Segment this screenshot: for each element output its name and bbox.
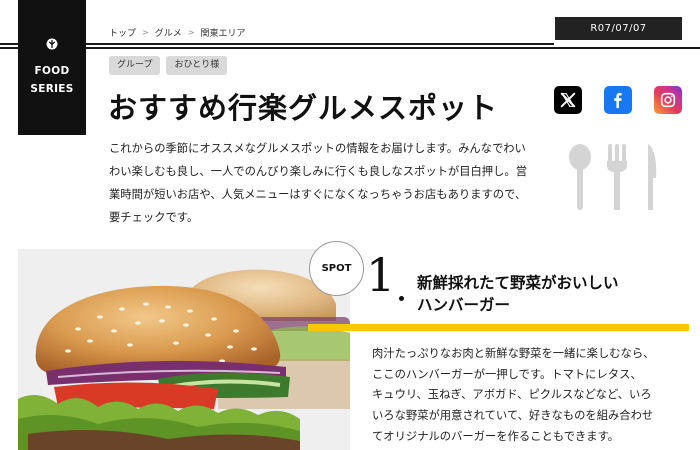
spot-title: 新鮮採れたて野菜がおいしい ハンバーガー (417, 272, 619, 316)
tag-list: グループ おひとり様 (109, 56, 228, 75)
leaf-icon (46, 38, 58, 49)
breadcrumb-top[interactable]: トップ (109, 26, 136, 39)
chevron-right-icon: > (187, 28, 195, 37)
instagram-icon (660, 92, 676, 108)
spot-badge: SPOT (309, 241, 364, 296)
share-instagram-button[interactable] (654, 86, 682, 114)
spot-number-dot (399, 296, 404, 301)
spot-title-line: 新鮮採れたて野菜がおいしい (417, 274, 619, 292)
spot-description-line: 肉汁たっぷりなお肉と新鮮な野菜を一緒に楽しむなら、 (372, 347, 655, 360)
chevron-right-icon: > (142, 28, 149, 37)
spot-number: 1 (366, 248, 396, 302)
food-series-badge: FOOD SERIES (18, 0, 86, 135)
x-logo-icon (560, 92, 576, 108)
share-x-button[interactable] (554, 86, 582, 114)
intro-text: これからの季節にオススメなグルメスポットの情報をお届けします。みんなでわい わい… (109, 137, 539, 229)
intro-line: これからの季節にオススメなグルメスポットの情報をお届けします。みんなでわい (109, 142, 526, 155)
spot-description-line: いろな野菜が用意されていて、好きなものを組み合わせ (372, 409, 654, 423)
intro-line: わい楽しむも良し、一人でのんびり楽しみに行くも良しなスポットが目白押し。営 (109, 165, 527, 178)
spot-description: 肉汁たっぷりなお肉と新鮮な野菜を一緒に楽しむなら、 ここのハンバーガーが一押しで… (372, 344, 690, 448)
spot-title-line: ハンバーガー (417, 296, 511, 314)
spot-description-line: キュウリ、玉ねぎ、アボガド、ピクルスなどなど、いろ (372, 388, 652, 402)
series-label-food: FOOD (34, 64, 70, 77)
facebook-icon (614, 92, 622, 109)
series-label-series: SERIES (30, 82, 74, 95)
page-title: おすすめ行楽グルメスポット (108, 91, 499, 125)
breadcrumb: トップ > グルメ > 関東エリア (109, 26, 245, 39)
intro-line: 要チェックです。 (109, 211, 199, 224)
hamburger-photo (18, 249, 350, 450)
tag-group[interactable]: グループ (109, 56, 161, 75)
spot-description-line: てオリジナルのバーガーを作ることもできます。 (372, 429, 619, 443)
spot-description-line: ここのハンバーガーが一押しです。トマトにレタス、 (372, 367, 642, 381)
header-rule-bottom (0, 47, 700, 49)
date-badge: R07/07/07 (555, 17, 682, 40)
breadcrumb-kanto: 関東エリア (200, 29, 246, 39)
spot-accent-bar (308, 324, 689, 331)
intro-line: 業時間が短いお店や、人気メニューはすぐになくなっちゃうお店もありますので、 (109, 188, 527, 201)
cutlery-icon (569, 144, 657, 210)
breadcrumb-gourmet[interactable]: グルメ (155, 26, 182, 39)
tag-solo[interactable]: おひとり様 (166, 56, 228, 75)
share-facebook-button[interactable] (604, 86, 632, 114)
